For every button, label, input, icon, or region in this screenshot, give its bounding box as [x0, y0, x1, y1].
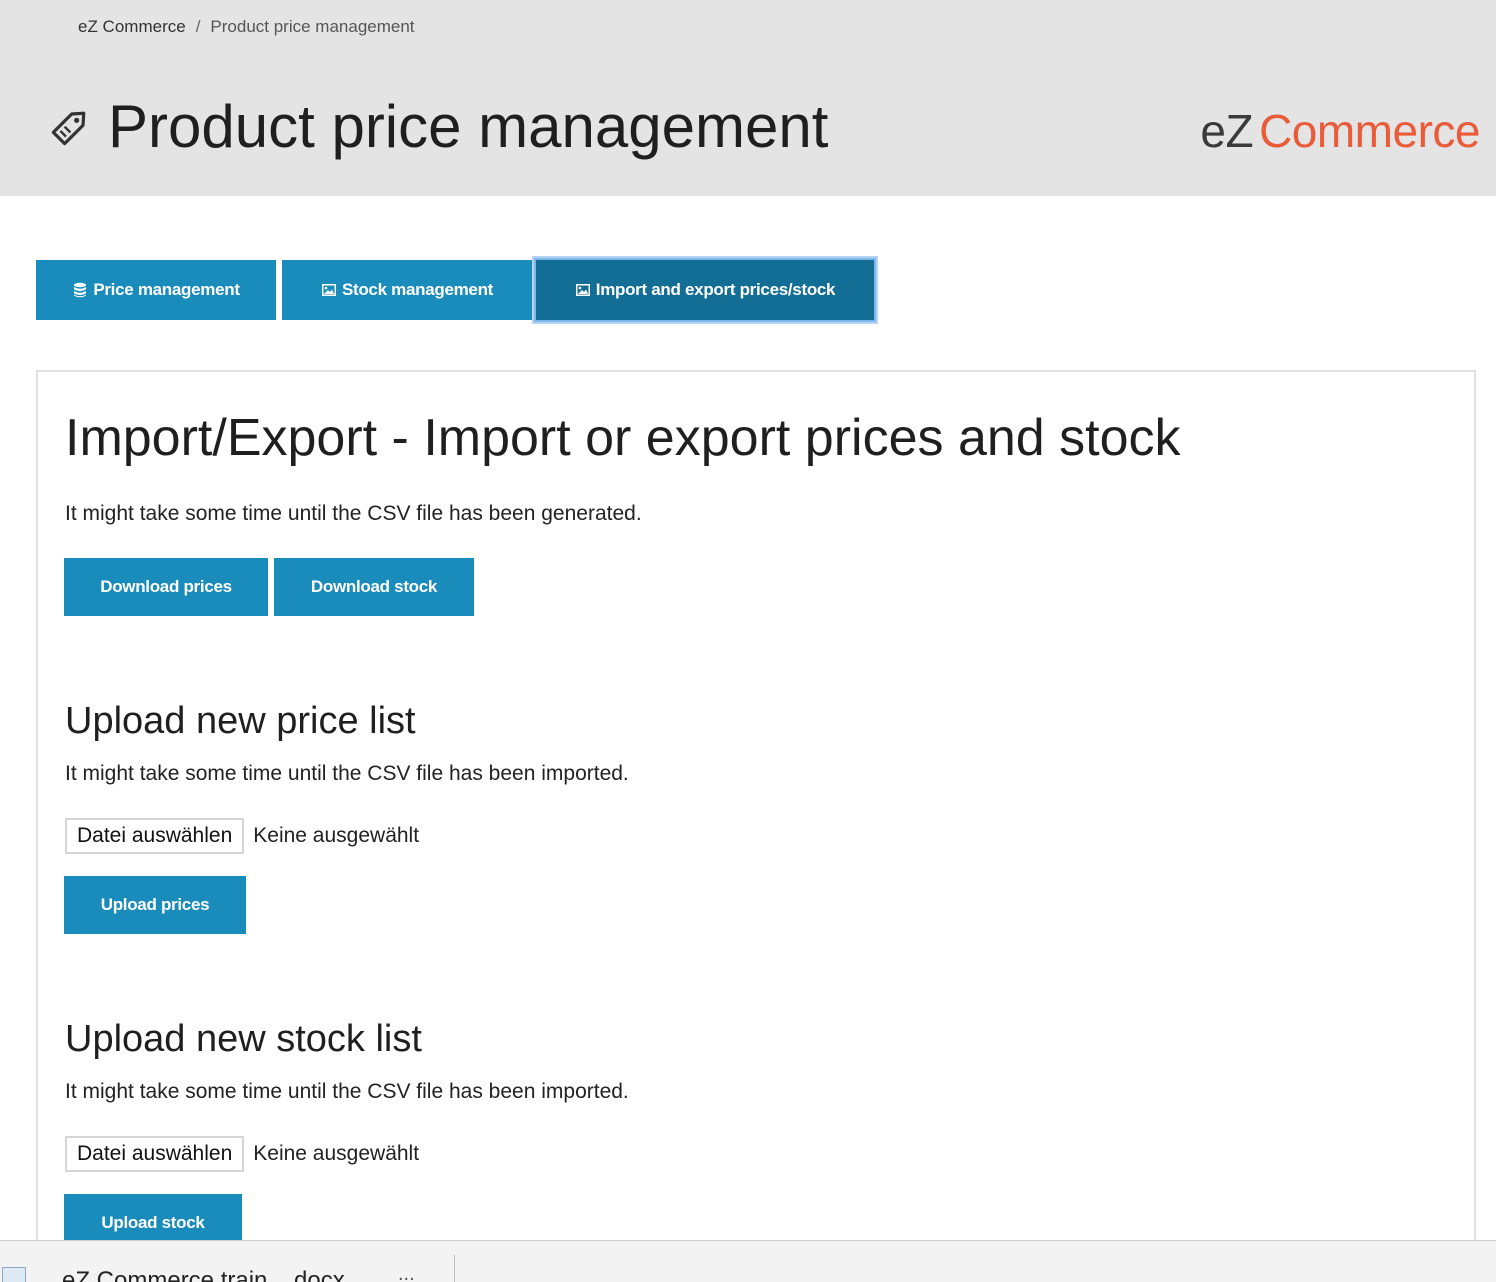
panel-title: Import/Export - Import or export prices …: [65, 409, 1181, 467]
ez-commerce-logo: eZ Commerce: [1200, 104, 1480, 158]
breadcrumb-separator: /: [195, 17, 201, 36]
tab-price-management[interactable]: Price management: [36, 260, 276, 320]
database-icon: [74, 282, 87, 298]
download-file-name[interactable]: eZ Commerce train....docx: [62, 1267, 345, 1282]
page-title: Product price management: [108, 92, 829, 160]
choose-price-file-button[interactable]: Datei auswählen: [65, 818, 245, 854]
download-stock-button[interactable]: Download stock: [274, 558, 474, 616]
breadcrumb-root-link[interactable]: eZ Commerce: [78, 17, 186, 36]
download-prices-button[interactable]: Download prices: [64, 558, 268, 616]
upload-price-title: Upload new price list: [65, 700, 416, 742]
tab-label: Import and export prices/stock: [595, 280, 836, 299]
page-title-row: Product price management: [48, 88, 828, 164]
tab-stock-management[interactable]: Stock management: [282, 260, 532, 320]
image-icon: [575, 284, 590, 296]
document-icon: [2, 1267, 26, 1282]
tab-import-export[interactable]: Import and export prices/stock: [534, 258, 876, 322]
upload-prices-button[interactable]: Upload prices: [64, 876, 246, 934]
downloads-bar: eZ Commerce train....docx ...: [0, 1240, 1496, 1282]
price-tag-icon: [51, 111, 86, 146]
upload-stock-title: Upload new stock list: [65, 1018, 422, 1060]
page-header: eZ Commerce / Product price management Pro…: [0, 0, 1496, 196]
stock-file-status: Keine ausgewählt: [253, 1142, 420, 1165]
choose-stock-file-button[interactable]: Datei auswählen: [65, 1136, 245, 1172]
price-file-picker: Datei auswählen Keine ausgewählt: [65, 818, 419, 854]
tab-label: Stock management: [341, 280, 494, 299]
breadcrumb: eZ Commerce / Product price management: [78, 17, 415, 37]
downloads-divider: [454, 1255, 455, 1282]
logo-ez-text: eZ: [1200, 105, 1254, 157]
stock-file-picker: Datei auswählen Keine ausgewählt: [65, 1136, 419, 1172]
logo-commerce-text: Commerce: [1259, 105, 1480, 157]
export-note: It might take some time until the CSV fi…: [65, 502, 642, 525]
image-icon: [321, 284, 336, 296]
price-file-status: Keine ausgewählt: [253, 824, 420, 847]
upload-stock-note: It might take some time until the CSV fi…: [65, 1080, 629, 1103]
download-menu-button[interactable]: ...: [398, 1263, 415, 1282]
breadcrumb-current: Product price management: [210, 17, 415, 36]
upload-price-note: It might take some time until the CSV fi…: [65, 762, 629, 785]
tab-label: Price management: [93, 280, 240, 299]
import-export-panel: Import/Export - Import or export prices …: [36, 370, 1476, 1270]
